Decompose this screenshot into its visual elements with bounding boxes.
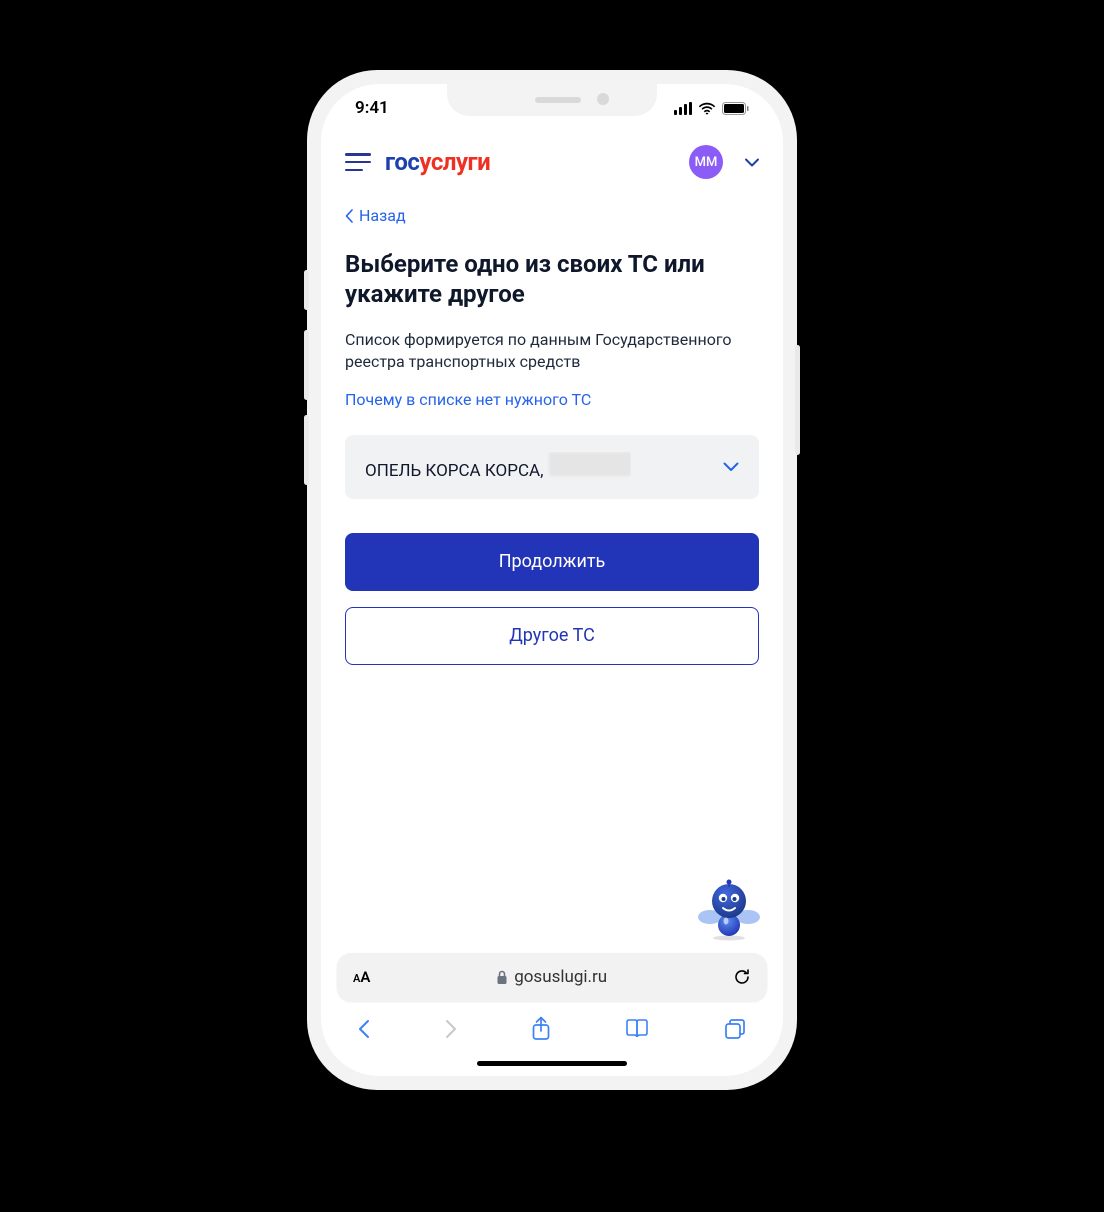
notch — [447, 84, 657, 116]
reload-icon[interactable] — [733, 967, 751, 987]
back-label: Назад — [359, 206, 406, 225]
battery-icon — [722, 102, 749, 115]
chevron-left-icon — [345, 209, 353, 223]
logo-part2: услуги — [419, 148, 490, 176]
safari-toolbar — [321, 1001, 783, 1057]
side-button — [304, 330, 309, 400]
vehicle-select-value: ОПЕЛЬ КОРСА КОРСА, — [365, 461, 543, 481]
chevron-down-icon — [723, 462, 739, 472]
safari-address-area: AA gosuslugi.ru — [321, 953, 783, 1001]
tabs-icon[interactable] — [723, 1017, 747, 1041]
assistant-icon[interactable] — [697, 877, 761, 941]
share-icon[interactable] — [530, 1016, 552, 1042]
logo-part1: гос — [385, 148, 419, 176]
phone-frame: 9:41 — [307, 70, 797, 1090]
page-description: Список формируется по данным Государстве… — [345, 329, 759, 374]
chevron-down-icon[interactable] — [745, 158, 759, 167]
screen: 9:41 — [321, 84, 783, 1076]
cellular-signal-icon — [674, 102, 692, 115]
lock-icon — [496, 970, 508, 985]
page-title: Выберите одно из своих ТС или укажите др… — [345, 249, 759, 309]
side-button — [304, 270, 309, 310]
vehicle-select[interactable]: ОПЕЛЬ КОРСА КОРСА, — [345, 435, 759, 499]
browser-forward-icon[interactable] — [444, 1018, 458, 1040]
logo: госуслуги — [385, 148, 490, 176]
bookmarks-icon[interactable] — [624, 1018, 650, 1040]
redacted-text — [549, 452, 631, 476]
app-content: госуслуги ММ Назад Выберите одно из свои… — [321, 132, 783, 953]
browser-back-icon[interactable] — [357, 1018, 371, 1040]
text-size-button[interactable]: AA — [353, 968, 370, 986]
why-missing-link[interactable]: Почему в списке нет нужного ТС — [345, 390, 759, 409]
menu-icon[interactable] — [345, 153, 371, 171]
back-link[interactable]: Назад — [345, 206, 759, 225]
avatar[interactable]: ММ — [689, 145, 723, 179]
app-header: госуслуги ММ — [345, 132, 759, 192]
address-bar[interactable]: AA gosuslugi.ru — [337, 953, 767, 1001]
url-text: gosuslugi.ru — [514, 967, 607, 987]
home-indicator[interactable] — [477, 1061, 627, 1066]
status-time: 9:41 — [355, 98, 389, 118]
wifi-icon — [698, 102, 716, 115]
side-button — [795, 345, 800, 455]
side-button — [304, 415, 309, 485]
continue-button[interactable]: Продолжить — [345, 533, 759, 591]
other-vehicle-button[interactable]: Другое ТС — [345, 607, 759, 665]
